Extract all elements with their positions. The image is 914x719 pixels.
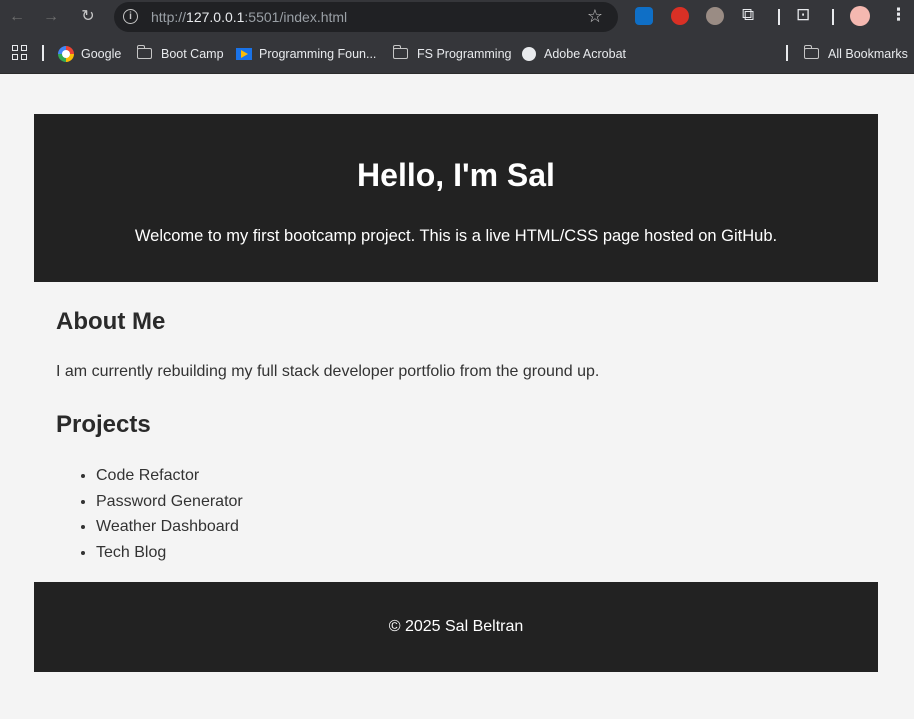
- bookmark-label: Google: [81, 46, 122, 61]
- folder-icon: [392, 45, 408, 59]
- bookmark-adobe-acrobat[interactable]: Adobe Acrobat: [522, 34, 626, 73]
- back-arrow-icon[interactable]: ←: [6, 6, 28, 28]
- list-item: Code Refactor: [96, 466, 243, 492]
- extensions-puzzle-icon[interactable]: ⧉: [742, 5, 754, 25]
- bookmark-label: FS Programming: [417, 46, 512, 61]
- globe-icon: [522, 46, 536, 61]
- forward-arrow-icon[interactable]: →: [40, 6, 62, 28]
- bookmark-boot-camp[interactable]: Boot Camp: [136, 34, 224, 73]
- projects-heading: Projects: [56, 411, 151, 438]
- bookmark-label: Programming Foun...: [259, 46, 377, 61]
- all-bookmarks-button[interactable]: All Bookmarks: [803, 34, 908, 73]
- toolbar-divider: [778, 9, 780, 25]
- url-text[interactable]: http://127.0.0.1:5501/index.html: [151, 9, 347, 25]
- list-item: Tech Blog: [96, 543, 243, 569]
- bookmark-google[interactable]: Google: [58, 34, 121, 73]
- bookmark-label: All Bookmarks: [828, 46, 908, 61]
- bookmark-programming-foundations[interactable]: Programming Foun...: [236, 34, 376, 73]
- list-item: Weather Dashboard: [96, 517, 243, 543]
- profile-avatar[interactable]: [850, 6, 870, 26]
- play-icon: [236, 47, 252, 60]
- url-path: :5501/index.html: [244, 9, 348, 25]
- bookmarks-bar: Google Boot Camp Programming Foun... FS …: [0, 34, 914, 74]
- folder-icon: [136, 45, 152, 59]
- about-heading: About Me: [56, 308, 166, 335]
- address-bar[interactable]: i http://127.0.0.1:5501/index.html ☆: [114, 2, 618, 32]
- browser-menu-icon[interactable]: ⋮: [890, 5, 907, 25]
- bookmark-label: Boot Camp: [161, 46, 224, 61]
- google-icon: [58, 45, 74, 62]
- bookmarks-divider: [786, 45, 788, 61]
- header-subtitle: Welcome to my first bootcamp project. Th…: [134, 227, 778, 245]
- bookmark-fs-programming[interactable]: FS Programming: [392, 34, 512, 73]
- site-header: Hello, I'm Sal Welcome to my first bootc…: [34, 114, 878, 282]
- vscode-extension-icon[interactable]: [635, 7, 653, 25]
- site-footer: © 2025 Sal Beltran: [34, 582, 878, 672]
- owl-extension-icon[interactable]: [706, 7, 724, 25]
- footer-text: © 2025 Sal Beltran: [388, 618, 524, 635]
- folder-icon: [803, 45, 819, 59]
- list-item: Password Generator: [96, 492, 243, 518]
- page-title: Hello, I'm Sal: [357, 157, 555, 193]
- site-info-icon[interactable]: i: [123, 9, 138, 24]
- browser-toolbar: ← → ↻ i http://127.0.0.1:5501/index.html…: [0, 0, 914, 34]
- bookmark-star-icon[interactable]: ☆: [587, 6, 603, 27]
- reload-icon[interactable]: ↻: [77, 6, 99, 28]
- adblock-extension-icon[interactable]: [671, 7, 689, 25]
- toolbar-divider: [832, 9, 834, 25]
- about-text: I am currently rebuilding my full stack …: [56, 363, 600, 380]
- projects-list: Code Refactor Password Generator Weather…: [56, 466, 243, 568]
- url-host: 127.0.0.1: [186, 9, 245, 25]
- bookmark-label: Adobe Acrobat: [544, 46, 627, 61]
- apps-grid-icon[interactable]: [12, 45, 27, 60]
- url-scheme: http://: [151, 9, 187, 25]
- tab-search-icon[interactable]: ⊡: [796, 5, 810, 25]
- bookmarks-divider: [42, 45, 44, 61]
